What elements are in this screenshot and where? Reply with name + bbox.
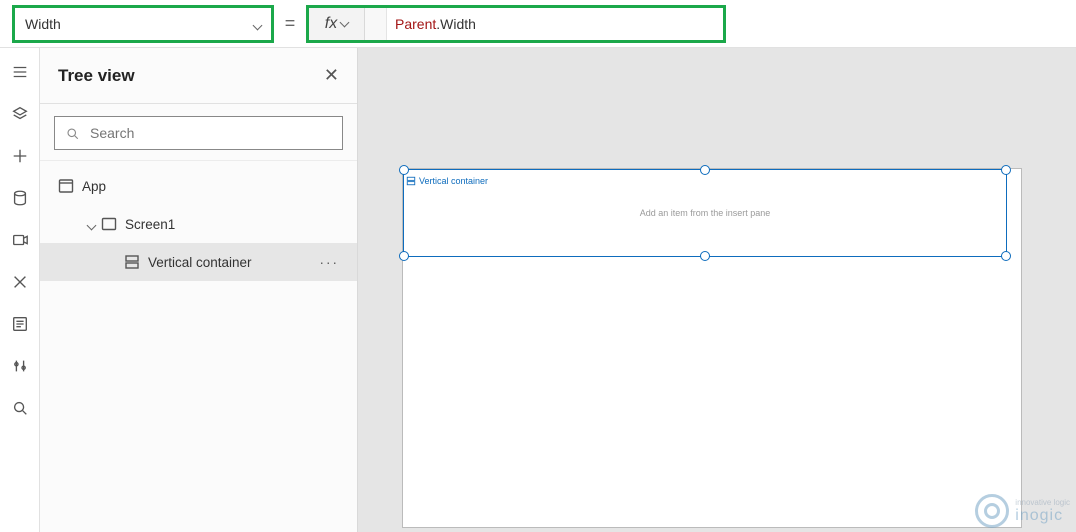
- tree-list: App Screen1 Vertical container ···: [40, 161, 357, 281]
- selected-control-badge: Vertical container: [406, 176, 488, 186]
- search-icon[interactable]: [10, 398, 30, 418]
- tree-node-vertical-container[interactable]: Vertical container ···: [40, 243, 357, 281]
- chevron-down-icon: [341, 18, 348, 29]
- selected-control-outline[interactable]: Vertical container Add an item from the …: [403, 169, 1007, 257]
- watermark-logo: innovative logic inogic: [975, 494, 1070, 528]
- fx-button[interactable]: fx: [309, 8, 365, 40]
- formula-gutter: [365, 8, 387, 40]
- resize-handle[interactable]: [1001, 251, 1011, 261]
- tree-search-row: [40, 104, 357, 161]
- tree-node-label: Vertical container: [148, 255, 252, 270]
- resize-handle[interactable]: [700, 251, 710, 261]
- equals-label: =: [274, 13, 306, 34]
- watermark-ring-icon: [975, 494, 1009, 528]
- app-icon: [58, 178, 74, 194]
- formula-token-member: Width: [440, 16, 476, 32]
- main-area: Tree view ✕ App Screen1: [0, 48, 1076, 532]
- resize-handle[interactable]: [399, 165, 409, 175]
- advanced-icon[interactable]: [10, 314, 30, 334]
- chevron-down-icon: [254, 16, 261, 32]
- more-options-icon[interactable]: ···: [320, 255, 340, 270]
- media-icon[interactable]: [10, 230, 30, 250]
- tree-view-panel: Tree view ✕ App Screen1: [40, 48, 358, 532]
- fx-label: fx: [325, 15, 337, 33]
- resize-handle[interactable]: [399, 251, 409, 261]
- tree-node-label: App: [82, 179, 106, 194]
- database-icon[interactable]: [10, 188, 30, 208]
- selected-control-name: Vertical container: [419, 176, 488, 186]
- formula-bar-extension[interactable]: [726, 0, 1076, 48]
- formula-token-object: Parent: [395, 16, 436, 32]
- formula-editor-cluster: fx Parent.Width: [306, 5, 726, 43]
- insert-hint: Add an item from the insert pane: [404, 208, 1006, 218]
- close-icon[interactable]: ✕: [324, 65, 339, 86]
- left-icon-rail: [0, 48, 40, 532]
- tree-search-box[interactable]: [54, 116, 343, 150]
- resize-handle[interactable]: [1001, 165, 1011, 175]
- tree-node-label: Screen1: [125, 217, 175, 232]
- hamburger-icon[interactable]: [10, 62, 30, 82]
- watermark-brand: inogic: [1015, 507, 1070, 525]
- formula-bar: Width = fx Parent.Width: [0, 0, 1076, 48]
- plus-icon[interactable]: [10, 146, 30, 166]
- property-name: Width: [25, 16, 61, 32]
- property-dropdown[interactable]: Width: [12, 5, 274, 43]
- tree-node-app[interactable]: App: [40, 167, 357, 205]
- watermark-tag: innovative logic: [1015, 498, 1070, 507]
- tree-node-screen[interactable]: Screen1: [40, 205, 357, 243]
- screen-icon: [101, 216, 117, 232]
- chevron-down-icon: [88, 217, 95, 232]
- search-icon: [65, 126, 80, 141]
- resize-handle[interactable]: [700, 165, 710, 175]
- watermark-text: innovative logic inogic: [1015, 498, 1070, 525]
- tree-view-header: Tree view ✕: [40, 48, 357, 104]
- layers-icon[interactable]: [10, 104, 30, 124]
- variables-icon[interactable]: [10, 272, 30, 292]
- canvas-viewport[interactable]: Vertical container Add an item from the …: [358, 48, 1076, 532]
- vertical-container-icon: [406, 176, 416, 186]
- formula-input[interactable]: Parent.Width: [387, 8, 723, 40]
- tree-view-title: Tree view: [58, 66, 135, 86]
- tree-search-input[interactable]: [88, 124, 332, 142]
- screen-canvas[interactable]: Vertical container Add an item from the …: [402, 168, 1022, 528]
- settings-icon[interactable]: [10, 356, 30, 376]
- vertical-container-icon: [124, 254, 140, 270]
